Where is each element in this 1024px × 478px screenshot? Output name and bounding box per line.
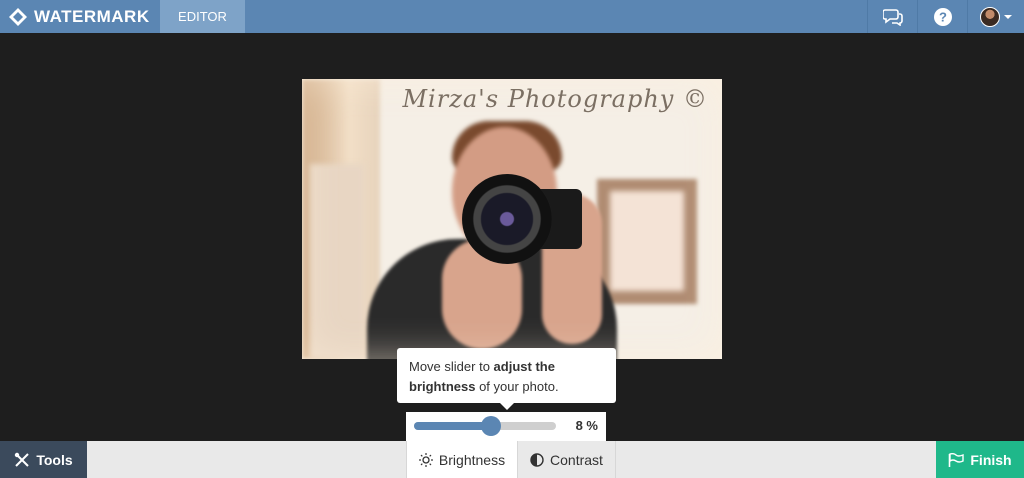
tab-contrast[interactable]: Contrast: [518, 441, 616, 478]
contrast-icon: [530, 452, 544, 467]
bottom-bar: Tools Brightness Contrast Finish: [0, 441, 1024, 478]
slider-value: 8 %: [575, 418, 598, 433]
chat-button[interactable]: [867, 0, 917, 33]
brightness-tooltip: Move slider to adjust the brightness of …: [397, 348, 616, 403]
brightness-slider-panel: 8 %: [406, 412, 606, 441]
help-icon: ?: [933, 7, 952, 26]
watermark-text[interactable]: Mirza's Photography ©: [402, 85, 708, 113]
flag-icon: [949, 452, 965, 467]
help-button[interactable]: ?: [917, 0, 967, 33]
svg-text:?: ?: [939, 9, 947, 24]
top-bar: WATERMARK EDITOR ?: [0, 0, 1024, 33]
tools-button[interactable]: Tools: [0, 441, 87, 478]
tools-icon: [15, 452, 30, 467]
tab-brightness[interactable]: Brightness: [406, 441, 518, 478]
user-menu-button[interactable]: [967, 0, 1024, 33]
chat-icon: [882, 8, 903, 26]
tab-editor[interactable]: EDITOR: [160, 0, 245, 33]
sun-icon: [418, 452, 433, 467]
slider-thumb[interactable]: [480, 416, 501, 436]
logo-icon: [9, 7, 27, 26]
chevron-down-icon: [1004, 14, 1012, 19]
photo-canvas[interactable]: Mirza's Photography ©: [302, 79, 722, 359]
finish-button[interactable]: Finish: [936, 441, 1024, 478]
app-logo[interactable]: WATERMARK: [8, 0, 150, 33]
avatar: [980, 6, 1000, 27]
slider-track-fill: [414, 422, 491, 430]
app-name: WATERMARK: [34, 6, 150, 26]
tooltip-arrow: [500, 403, 514, 410]
